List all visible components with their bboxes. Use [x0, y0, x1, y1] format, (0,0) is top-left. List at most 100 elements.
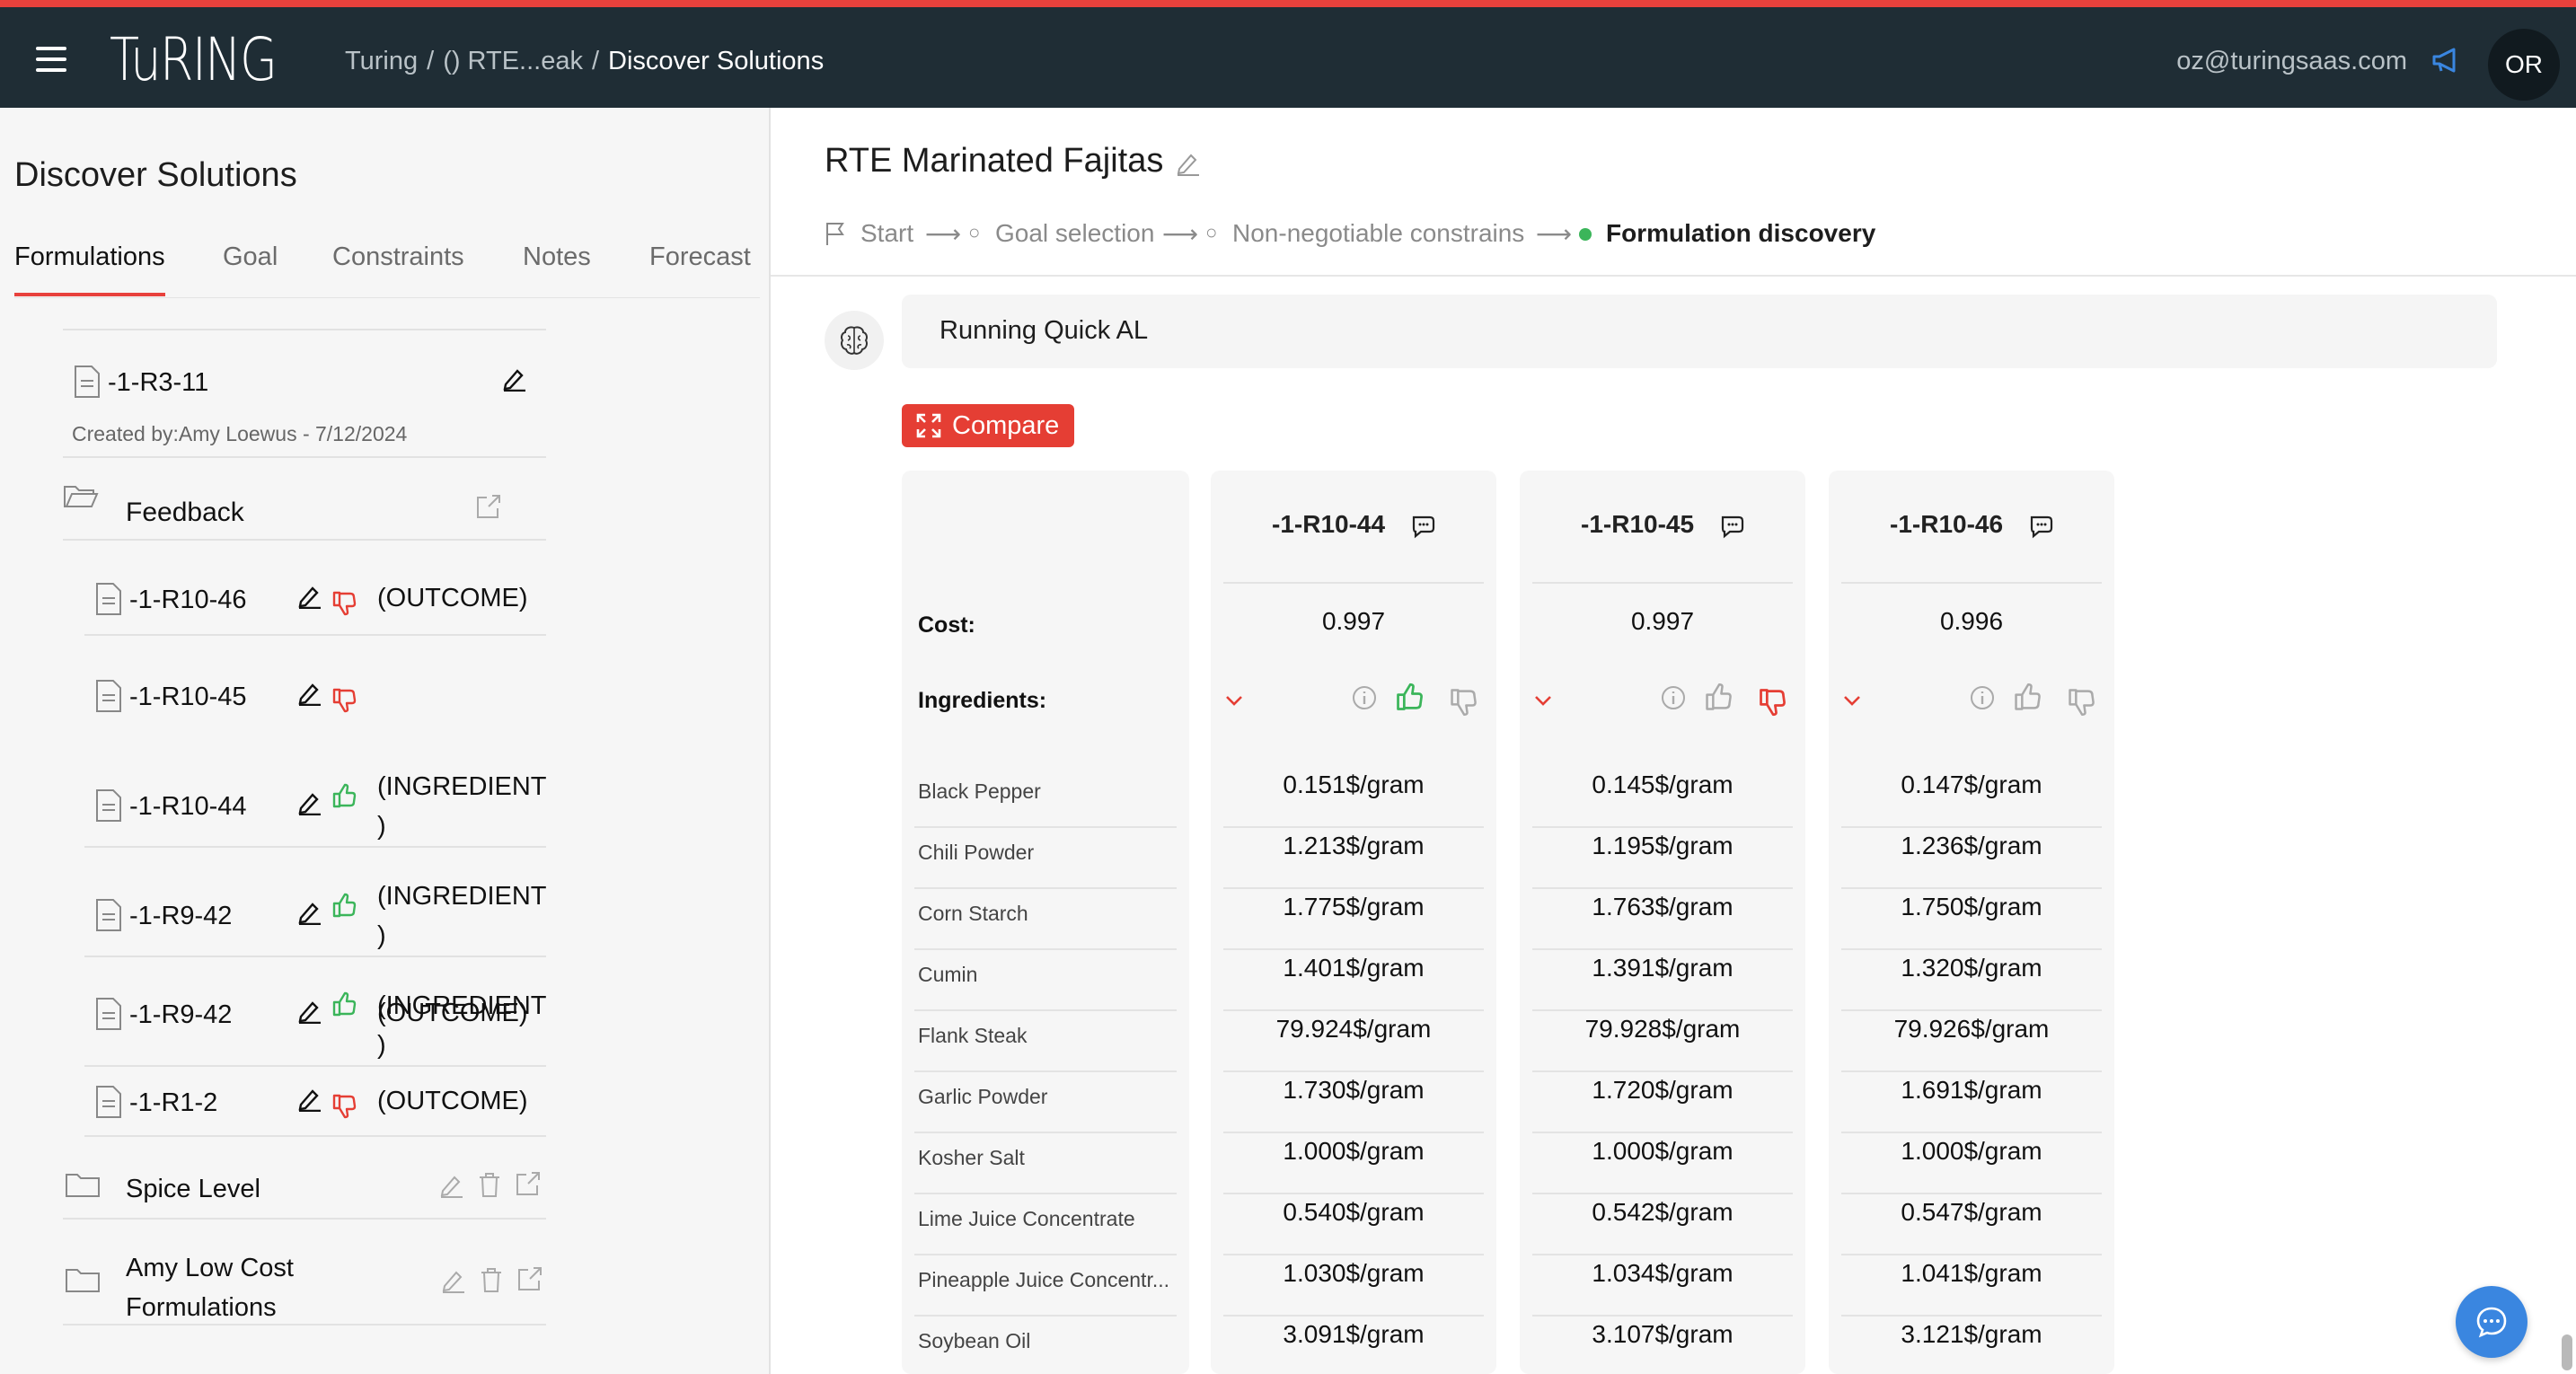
- tab-bar: Formulations Goal Constraints Notes Fore…: [14, 242, 760, 298]
- comment-icon[interactable]: [1719, 514, 1746, 539]
- thumbs-up-icon[interactable]: [1703, 683, 1734, 713]
- avatar[interactable]: OR: [2488, 29, 2560, 101]
- app-logo[interactable]: TuRING: [110, 25, 278, 94]
- formulation-link[interactable]: -1-R10-45: [1581, 510, 1694, 539]
- step-formulation-discovery[interactable]: Formulation discovery: [1606, 219, 1875, 248]
- edit-icon[interactable]: [501, 365, 528, 392]
- edit-icon[interactable]: [438, 1171, 465, 1198]
- menu-icon[interactable]: [36, 47, 66, 72]
- thumbs-down-icon[interactable]: [1757, 686, 1787, 717]
- trash-icon[interactable]: [478, 1266, 505, 1293]
- row-divider: [1223, 826, 1484, 828]
- row-divider: [914, 1070, 1177, 1072]
- tab-goal[interactable]: Goal: [223, 242, 278, 272]
- ingredient-label: Corn Starch: [918, 902, 1028, 925]
- thumbs-up-icon[interactable]: [331, 991, 357, 1018]
- step-goal-selection[interactable]: Goal selection: [995, 219, 1154, 248]
- top-bar: TuRING Turing /() RTE...eak / Discover Solu…: [0, 0, 2576, 108]
- row-divider: [1532, 1070, 1793, 1072]
- open-external-icon[interactable]: [514, 1171, 541, 1198]
- thumbs-down-icon[interactable]: [1448, 686, 1478, 717]
- edit-icon[interactable]: [1175, 149, 1202, 176]
- info-icon[interactable]: [1660, 684, 1687, 711]
- ingredient-price: 1.034$/gram: [1592, 1259, 1734, 1287]
- header-divider: [771, 275, 2576, 277]
- tab-forecast[interactable]: Forecast: [649, 242, 751, 272]
- edit-icon[interactable]: [440, 1266, 467, 1293]
- ingredient-label: Black Pepper: [918, 779, 1041, 803]
- ingredient-label: Kosher Salt: [918, 1146, 1025, 1169]
- arrow-right-icon: ⟶: [1536, 220, 1573, 248]
- formulation-item[interactable]: -1-R3-11: [108, 368, 208, 398]
- open-external-icon[interactable]: [516, 1266, 543, 1293]
- step-start[interactable]: Start: [860, 219, 913, 248]
- feedback-item-name[interactable]: -1-R10-45: [129, 683, 247, 712]
- ingredient-price: 1.000$/gram: [1901, 1137, 2042, 1165]
- edit-icon[interactable]: [296, 898, 323, 925]
- feedback-item-name[interactable]: -1-R10-44: [129, 792, 247, 822]
- row-divider: [1532, 1132, 1793, 1133]
- thumbs-up-icon[interactable]: [1394, 683, 1425, 713]
- thumbs-down-icon[interactable]: [331, 589, 357, 616]
- cost-label: Cost:: [918, 612, 975, 638]
- ingredients-label: Ingredients:: [918, 688, 1047, 713]
- ingredient-label: Chili Powder: [918, 841, 1035, 864]
- cost-value: 0.997: [1630, 607, 1695, 635]
- edit-icon[interactable]: [296, 582, 323, 609]
- feedback-item-name[interactable]: -1-R9-42: [129, 1000, 232, 1030]
- comment-icon[interactable]: [1410, 514, 1437, 539]
- row-divider: [914, 1254, 1177, 1255]
- thumbs-down-icon[interactable]: [2066, 686, 2096, 717]
- chevron-down-icon[interactable]: [1841, 690, 1863, 711]
- folder-spice-level[interactable]: Spice Level: [126, 1175, 260, 1204]
- open-external-icon[interactable]: [474, 494, 501, 521]
- tab-notes[interactable]: Notes: [523, 242, 591, 272]
- breadcrumb-item[interactable]: () RTE...eak: [443, 47, 583, 75]
- info-icon[interactable]: [1969, 684, 1996, 711]
- tab-constraints[interactable]: Constraints: [332, 242, 464, 272]
- breadcrumb-item[interactable]: Turing: [345, 47, 418, 75]
- feedback-item-name[interactable]: -1-R1-2: [129, 1088, 217, 1118]
- edit-icon[interactable]: [296, 788, 323, 815]
- scrollbar-thumb[interactable]: [2562, 1334, 2572, 1370]
- feedback-item-name[interactable]: -1-R9-42: [129, 902, 232, 931]
- formulation-link[interactable]: -1-R10-46: [1890, 510, 2003, 539]
- created-by: Created by:Amy Loewus - 7/12/2024: [72, 422, 408, 445]
- formulation-column: -1-R10-44 0.997 0.151$/gram 1.213$/gram 1.…: [1211, 471, 1496, 1374]
- brain-icon: [841, 326, 868, 355]
- thumbs-down-icon[interactable]: [331, 1092, 357, 1119]
- ingredient-price: 1.213$/gram: [1283, 832, 1425, 859]
- megaphone-icon[interactable]: [2430, 45, 2461, 75]
- row-divider: [1532, 826, 1793, 828]
- feedback-item-tag: (INGREDIENT ): [377, 882, 547, 950]
- tab-formulations[interactable]: Formulations: [14, 242, 165, 272]
- row-divider: [1841, 887, 2102, 889]
- row-divider: [1532, 1193, 1793, 1194]
- folder-amy-low-cost[interactable]: Amy Low Cost Formulations: [126, 1248, 294, 1327]
- left-panel: Discover Solutions Formulations Goal Con…: [0, 108, 771, 1374]
- divider: [1532, 582, 1793, 584]
- chat-button[interactable]: [2456, 1286, 2527, 1358]
- thumbs-up-icon[interactable]: [2012, 683, 2042, 713]
- folder-feedback[interactable]: Feedback: [126, 498, 244, 528]
- compare-button[interactable]: Compare: [902, 404, 1074, 447]
- comment-icon[interactable]: [2028, 514, 2055, 539]
- ingredient-price: 0.147$/gram: [1901, 771, 2042, 798]
- chevron-down-icon[interactable]: [1223, 690, 1245, 711]
- row-divider: [1841, 1254, 2102, 1255]
- ingredient-price: 1.775$/gram: [1283, 893, 1425, 920]
- step-non-negotiable[interactable]: Non-negotiable constrains: [1232, 219, 1524, 248]
- trash-icon[interactable]: [476, 1171, 503, 1198]
- chevron-down-icon[interactable]: [1532, 690, 1554, 711]
- ingredient-price: 1.041$/gram: [1901, 1259, 2042, 1287]
- edit-icon[interactable]: [296, 997, 323, 1024]
- thumbs-up-icon[interactable]: [331, 783, 357, 810]
- thumbs-up-icon[interactable]: [331, 893, 357, 920]
- formulation-link[interactable]: -1-R10-44: [1272, 510, 1385, 539]
- ingredient-price: 0.542$/gram: [1592, 1198, 1734, 1226]
- ingredient-price: 1.720$/gram: [1592, 1076, 1734, 1104]
- thumbs-down-icon[interactable]: [331, 686, 357, 713]
- info-icon[interactable]: [1351, 684, 1378, 711]
- edit-icon[interactable]: [296, 1085, 323, 1112]
- edit-icon[interactable]: [296, 679, 323, 706]
